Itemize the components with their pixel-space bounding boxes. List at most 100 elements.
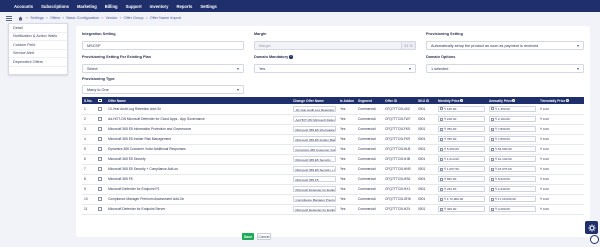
- monthly-price-checkbox[interactable]: [440, 137, 443, 141]
- home-icon[interactable]: [18, 16, 23, 21]
- monthly-price-input[interactable]: ₹ 218.40: [438, 116, 485, 122]
- integration-setting-select[interactable]: MSCSP: [82, 41, 244, 50]
- monthly-price-input[interactable]: ₹ 780.00: [438, 136, 485, 142]
- change-offer-name-input[interactable]: Microsoft 365 E5 Information Pro: [293, 126, 336, 132]
- monthly-price-checkbox[interactable]: [440, 187, 443, 191]
- annually-price-checkbox[interactable]: [491, 167, 494, 171]
- monthly-price-checkbox[interactable]: [440, 127, 443, 131]
- domain-mandatory-select[interactable]: Yes: [254, 64, 416, 73]
- row-checkbox[interactable]: [98, 207, 102, 211]
- annually-price-checkbox[interactable]: [491, 107, 494, 111]
- annually-price-checkbox[interactable]: [491, 197, 494, 201]
- monthly-price-input[interactable]: ₹ 429.00: [438, 206, 485, 212]
- annually-price-checkbox[interactable]: [491, 127, 494, 131]
- monthly-price-input[interactable]: ₹ 135.00: [438, 105, 485, 112]
- annually-price-input[interactable]: ₹ 1,350.00: [489, 105, 536, 112]
- monthly-price-input[interactable]: ₹ 1,697.50: [438, 166, 485, 172]
- monthly-price-checkbox[interactable]: [440, 117, 443, 121]
- monthly-price-checkbox[interactable]: [440, 157, 443, 161]
- side-menu-item[interactable]: Service Alert: [9, 50, 67, 58]
- row-checkbox[interactable]: [98, 177, 102, 181]
- annually-price-checkbox[interactable]: [491, 157, 494, 161]
- margin-input[interactable]: Margin IN %: [254, 41, 416, 50]
- change-offer-name-input[interactable]: Ad-HOT-ON Microsoft Defender fo: [293, 116, 336, 122]
- nav-item-billing[interactable]: Billing: [105, 4, 118, 9]
- breadcrumb-item[interactable]: Offer Name Import: [150, 16, 181, 20]
- annually-price-input[interactable]: ₹ 54,600.00: [489, 146, 536, 152]
- annually-price-input[interactable]: ₹ 7,800.00: [489, 136, 536, 142]
- breadcrumb-item[interactable]: Offer Group: [124, 16, 144, 20]
- change-offer-name-input[interactable]: Microsoft 365 F5: [293, 176, 336, 182]
- annually-price-checkbox[interactable]: [491, 147, 494, 151]
- change-offer-name-input[interactable]: Microsoft Defender for Endpoint: [293, 186, 336, 192]
- monthly-price-checkbox[interactable]: [440, 207, 443, 211]
- info-icon[interactable]: i: [460, 99, 463, 102]
- annually-price-input[interactable]: ₹ 2,184.00: [489, 116, 536, 122]
- nav-item-accounts[interactable]: Accounts: [14, 4, 33, 9]
- breadcrumb-item[interactable]: Basic Configuration: [66, 16, 99, 20]
- annually-price-input[interactable]: ₹ 6,520.00: [489, 176, 536, 182]
- domain-options-select[interactable]: 1 selected: [426, 64, 584, 73]
- side-menu-item[interactable]: Notification & Action Walls: [9, 33, 67, 41]
- monthly-price-input[interactable]: ₹ 234.00: [438, 186, 485, 192]
- change-offer-name-input[interactable]: Microsoft 365 E5 Security: [293, 156, 336, 162]
- chat-widget-button[interactable]: [590, 235, 599, 244]
- annually-price-input[interactable]: ₹ 4,290.00: [489, 206, 536, 212]
- nav-item-marketing[interactable]: Marketing: [77, 4, 97, 9]
- row-checkbox[interactable]: [98, 197, 102, 201]
- row-checkbox[interactable]: [98, 157, 102, 161]
- annually-price-input[interactable]: ₹ 7,800.00: [489, 126, 536, 132]
- nav-item-support[interactable]: Support: [126, 4, 142, 9]
- row-checkbox[interactable]: [98, 137, 102, 141]
- row-checkbox[interactable]: [98, 107, 102, 111]
- annually-price-input[interactable]: ₹ 2,340.00: [489, 186, 536, 192]
- monthly-price-checkbox[interactable]: [440, 177, 443, 181]
- row-checkbox[interactable]: [98, 167, 102, 171]
- annually-price-checkbox[interactable]: [491, 187, 494, 191]
- monthly-price-checkbox[interactable]: [440, 197, 443, 201]
- side-menu-item[interactable]: Dependent Offers: [9, 58, 67, 67]
- monthly-price-checkbox[interactable]: [440, 147, 443, 151]
- nav-item-reports[interactable]: Reports: [177, 4, 193, 9]
- row-checkbox[interactable]: [98, 127, 102, 131]
- annually-price-checkbox[interactable]: [491, 177, 494, 181]
- change-offer-name-input[interactable]: Compliance Manager Premium: [293, 196, 336, 202]
- settings-floating-button[interactable]: [585, 221, 598, 234]
- info-icon[interactable]: i: [565, 99, 569, 102]
- annually-price-checkbox[interactable]: [491, 207, 494, 211]
- provisioning-type-select[interactable]: Many to One: [82, 85, 244, 94]
- change-offer-name-input[interactable]: Microsoft 365 E5 Insider Risk Ma: [293, 136, 336, 142]
- monthly-price-checkbox[interactable]: [440, 167, 443, 171]
- nav-item-inventory[interactable]: Inventory: [150, 4, 169, 9]
- change-offer-name-input[interactable]: Microsoft Defender for Endpoint: [293, 206, 336, 212]
- monthly-price-input[interactable]: ₹ 1,014.00: [438, 156, 485, 162]
- cancel-button[interactable]: Cancel: [257, 233, 271, 240]
- select-all-checkbox[interactable]: [98, 98, 102, 103]
- monthly-price-checkbox[interactable]: [440, 107, 443, 111]
- nav-item-subscriptions[interactable]: Subscriptions: [41, 4, 69, 9]
- annually-price-checkbox[interactable]: [491, 117, 494, 121]
- change-offer-name-input[interactable]: 10-Year Audit Log Retention Add: [293, 105, 336, 112]
- annually-price-input[interactable]: ₹ 17,29,000.00: [489, 196, 536, 202]
- provisioning-existing-plan-select[interactable]: Select: [82, 64, 244, 73]
- monthly-price-input[interactable]: ₹ 1,72,900.00: [438, 196, 485, 202]
- monthly-price-input[interactable]: ₹ 652.00: [438, 176, 485, 182]
- side-menu-item[interactable]: Detail: [9, 24, 67, 33]
- breadcrumb-item[interactable]: Offers: [50, 16, 60, 20]
- nav-item-settings[interactable]: Settings: [200, 4, 217, 9]
- change-offer-name-input[interactable]: Microsoft 365 E5 Security + Com: [293, 166, 336, 172]
- annually-price-checkbox[interactable]: [491, 137, 494, 141]
- hamburger-menu-icon[interactable]: [6, 15, 12, 21]
- monthly-price-input[interactable]: ₹ 5,460.00: [438, 146, 485, 152]
- save-button[interactable]: Save: [242, 233, 254, 240]
- row-checkbox[interactable]: [98, 117, 102, 121]
- monthly-price-input[interactable]: ₹ 780.00: [438, 126, 485, 132]
- row-checkbox[interactable]: [98, 147, 102, 151]
- annually-price-input[interactable]: ₹ 16,975.00: [489, 166, 536, 172]
- row-checkbox[interactable]: [98, 187, 102, 191]
- side-menu-item[interactable]: Custom Field: [9, 41, 67, 50]
- change-offer-name-input[interactable]: Dynamics 365 Customer Voice: [293, 146, 336, 152]
- breadcrumb-item[interactable]: Settings: [30, 16, 44, 20]
- provisioning-setting-select[interactable]: Automatically setup the product as soon …: [426, 41, 584, 50]
- annually-price-input[interactable]: ₹ 10,140.00: [489, 156, 536, 162]
